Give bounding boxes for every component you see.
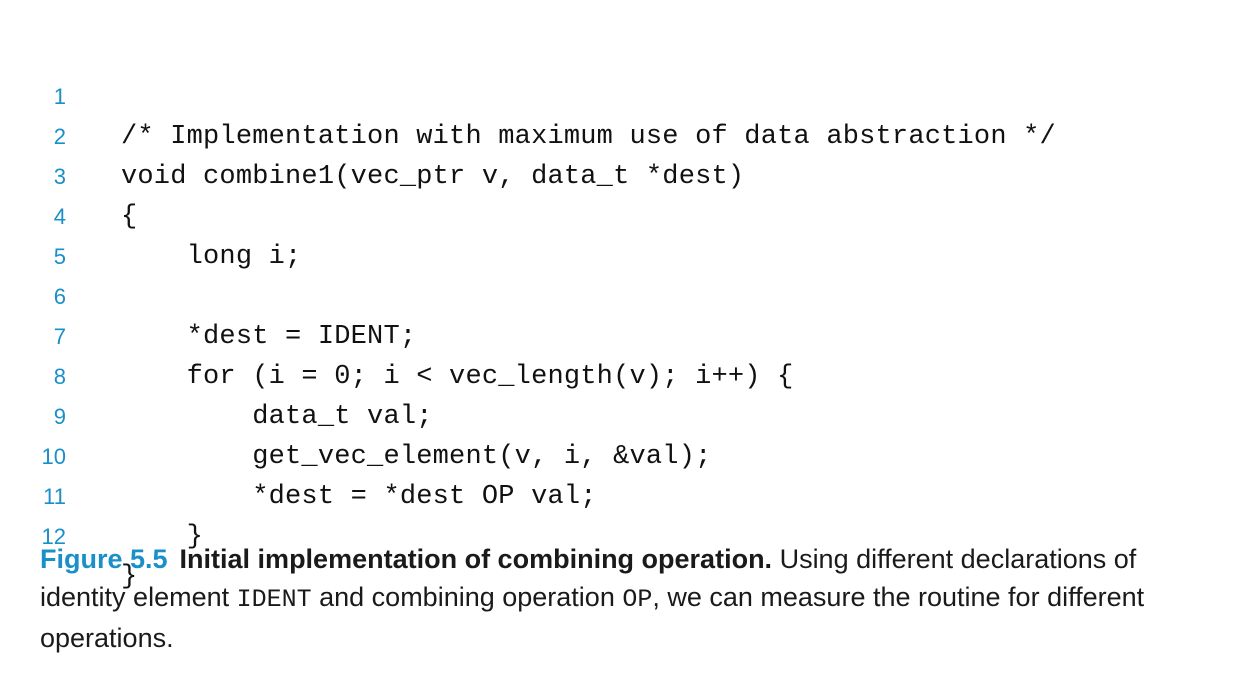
- caption-code-op: OP: [622, 585, 653, 614]
- caption-text: and combining operation: [311, 582, 623, 612]
- code-line: 2 void combine1(vec_ptr v, data_t *dest): [0, 77, 1242, 192]
- figure-label: Figure 5.5: [40, 544, 168, 574]
- code-line: 1 /* Implementation with maximum use of …: [0, 37, 1242, 152]
- code-line: 10 *dest = *dest OP val;: [0, 397, 1242, 512]
- code-line: 5: [0, 197, 1242, 269]
- code-line: 7 for (i = 0; i < vec_length(v); i++) {: [0, 277, 1242, 392]
- caption-code-ident: IDENT: [236, 585, 312, 614]
- code-line: 8 data_t val;: [0, 317, 1242, 432]
- code-line: 4 long i;: [0, 157, 1242, 272]
- code-listing: 1 /* Implementation with maximum use of …: [0, 37, 1242, 592]
- code-line: 11 }: [0, 437, 1242, 552]
- code-line: 3 {: [0, 117, 1242, 232]
- figure-caption: Figure 5.5 Initial implementation of comb…: [40, 540, 1202, 657]
- code-line: 12 }: [0, 477, 1242, 592]
- figure-title: Initial implementation of combining oper…: [179, 544, 773, 574]
- code-line: 9 get_vec_element(v, i, &val);: [0, 357, 1242, 472]
- code-line: 6 *dest = IDENT;: [0, 237, 1242, 352]
